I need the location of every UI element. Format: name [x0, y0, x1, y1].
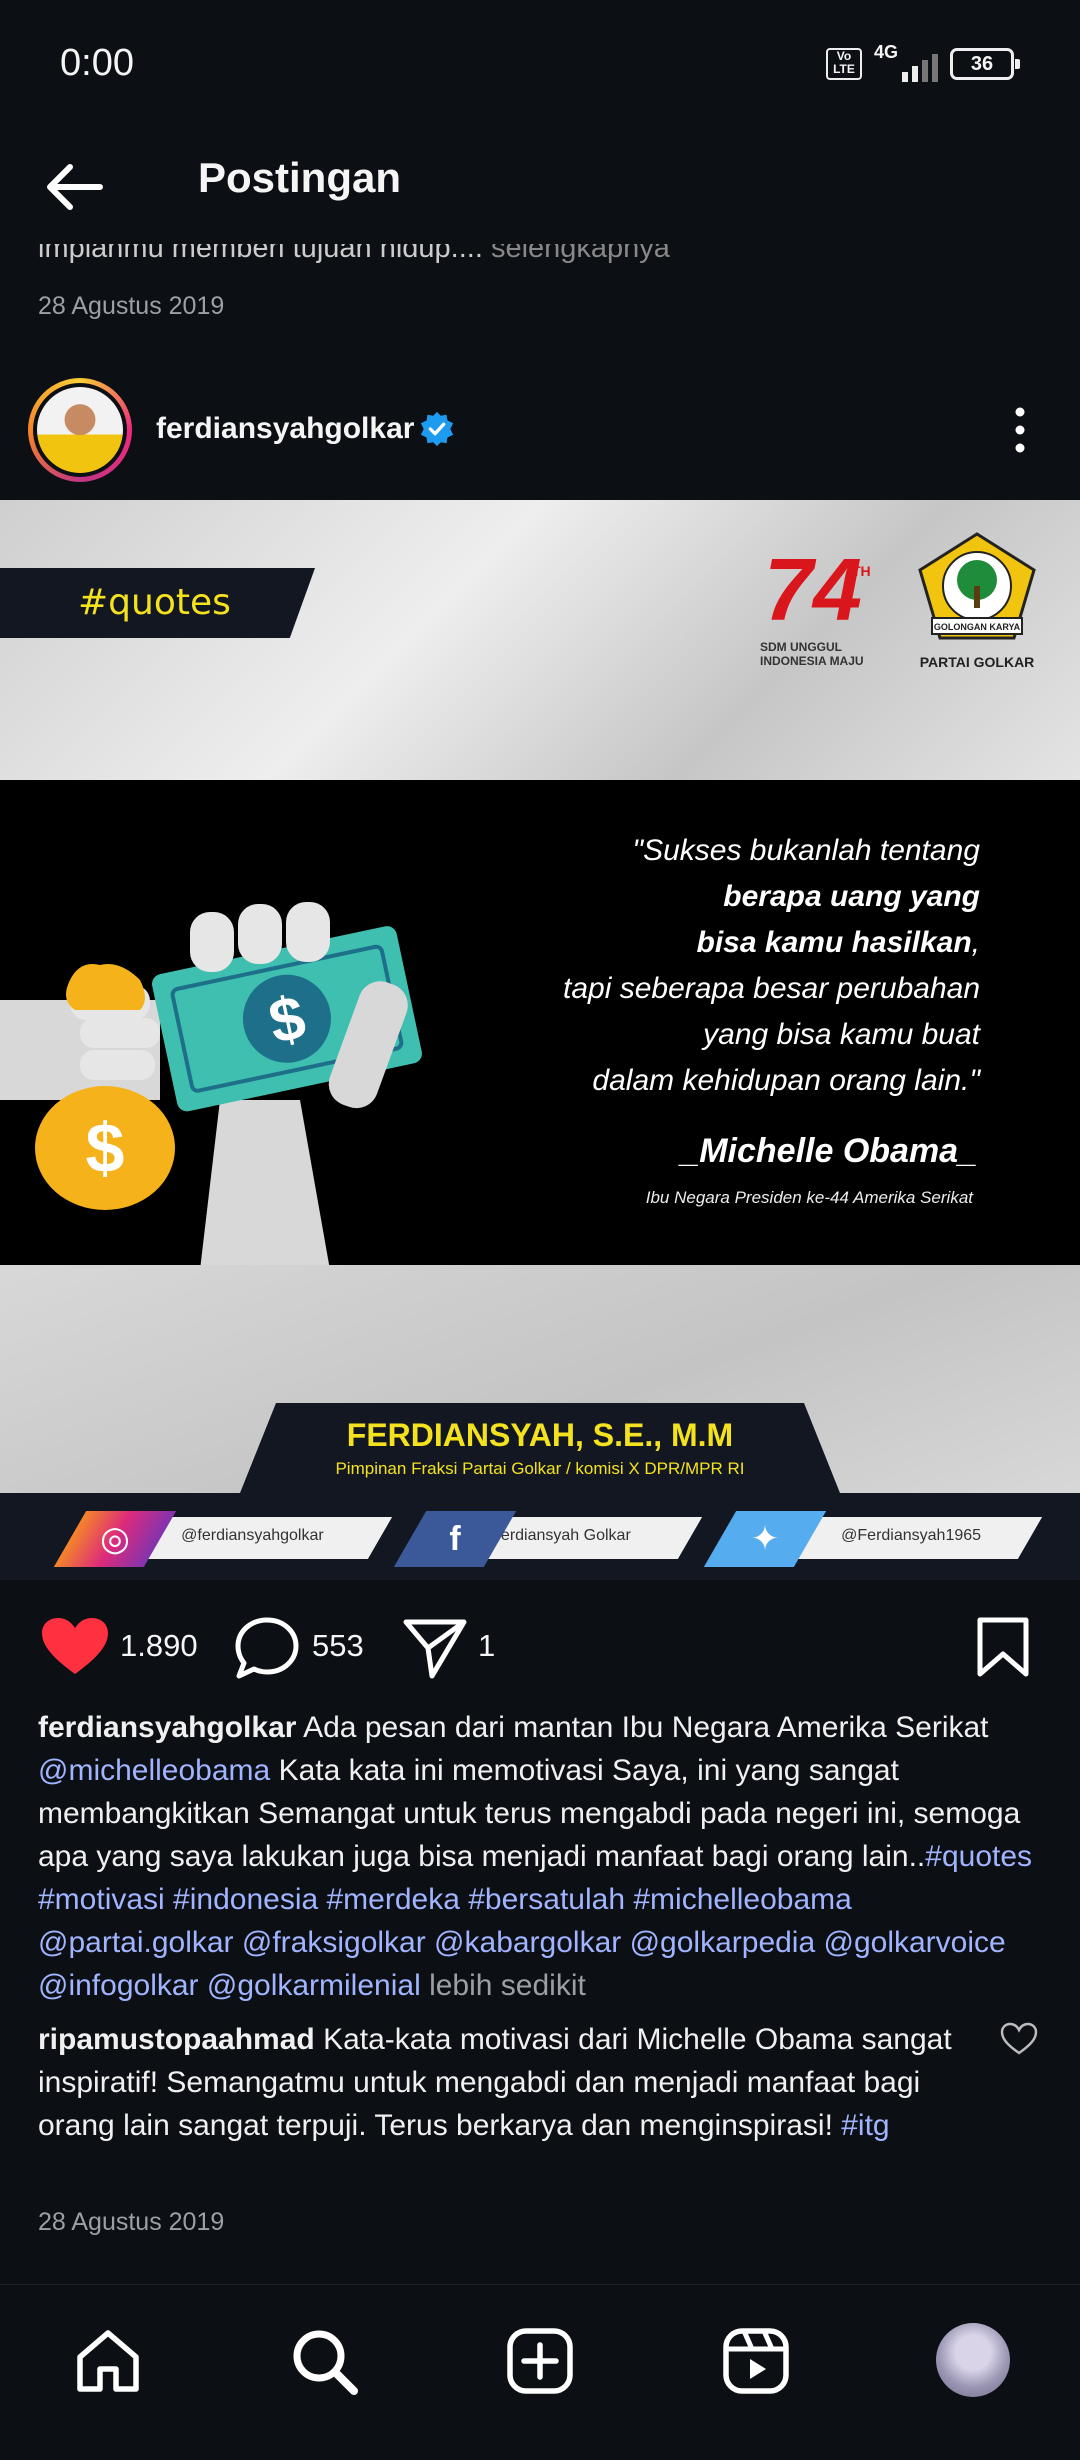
post-image[interactable]: #quotes 74 TH SDM UNGGUL INDONESIA MAJU … — [0, 500, 1080, 1580]
logo-74-number: 74 — [764, 540, 862, 636]
comment-hashtag[interactable]: #itg — [841, 2109, 889, 2142]
image-bottom-panel: FERDIANSYAH, S.E., M.M Pimpinan Fraksi P… — [0, 1265, 1080, 1580]
quote-line-1: "Sukses bukanlah tentang — [632, 834, 980, 867]
more-options-icon[interactable] — [1000, 400, 1040, 460]
post-caption: ferdiansyahgolkar Ada pesan dari mantan … — [38, 1706, 1038, 2007]
avatar-image — [37, 387, 123, 473]
quote-line-6: dalam kehidupan orang lain." — [592, 1064, 980, 1097]
quote-line-3-tail: , — [971, 926, 980, 959]
money-hands-illustration: $ $ — [0, 902, 422, 1270]
home-icon[interactable] — [72, 2325, 144, 2397]
post-header: ferdiansyahgolkar — [0, 370, 1080, 490]
image-top-panel: #quotes 74 TH SDM UNGGUL INDONESIA MAJU … — [0, 500, 1080, 780]
hashtag-text: #quotes — [78, 582, 231, 623]
comments-count[interactable]: 553 — [312, 1628, 364, 1664]
post-actions: 1.890 553 1 — [0, 1600, 1080, 1690]
banner-name: FERDIANSYAH, S.E., M.M — [346, 1417, 734, 1453]
arrow-left-icon[interactable] — [40, 152, 110, 222]
top-header: Postingan — [0, 130, 1080, 240]
hut-74-logo: 74 TH SDM UNGGUL INDONESIA MAJU — [760, 536, 880, 676]
banner-subtitle: Pimpinan Fraksi Partai Golkar / komisi X… — [335, 1459, 745, 1478]
volte-icon: Vo LTE — [826, 48, 862, 80]
likes-count[interactable]: 1.890 — [120, 1628, 198, 1664]
caption-mention[interactable]: @michelleobama — [38, 1754, 270, 1787]
quote-line-4: tapi seberapa besar perubahan — [563, 972, 980, 1005]
twitter-handle: @Ferdiansyah1965 — [841, 1527, 982, 1544]
caption-text-1: Ada pesan dari mantan Ibu Negara Amerika… — [296, 1711, 989, 1744]
top-comment: ripamustopaahmad Kata-kata motivasi dari… — [38, 2018, 998, 2147]
quote-author-subtitle: Ibu Negara Presiden ke-44 Amerika Serika… — [645, 1188, 973, 1207]
bottom-navigation — [0, 2284, 1080, 2460]
logo-74-suffix: TH — [852, 563, 871, 579]
golkar-emblem: GOLONGAN KARYA — [918, 532, 1036, 640]
social-strip: @ferdiansyahgolkar ◎ Ferdiansyah Golkar … — [0, 1493, 1080, 1580]
post-date: 28 Agustus 2019 — [38, 2208, 225, 2236]
post-username[interactable]: ferdiansyahgolkar — [156, 412, 414, 446]
facebook-handle: Ferdiansyah Golkar — [491, 1527, 631, 1544]
comment-username[interactable]: ripamustopaahmad — [38, 2023, 315, 2056]
logo-74-mark: 74 TH — [764, 540, 871, 639]
avatar[interactable] — [28, 378, 132, 482]
twitter-icon: ✦ — [703, 1511, 827, 1567]
verified-badge-icon — [420, 411, 454, 447]
svg-text:$: $ — [86, 1109, 125, 1187]
quote-text: "Sukses bukanlah tentang berapa uang yan… — [563, 828, 980, 1104]
quote-line-3: bisa kamu hasilkan — [696, 926, 972, 959]
share-icon[interactable] — [402, 1616, 468, 1680]
caption-username[interactable]: ferdiansyahgolkar — [38, 1711, 296, 1744]
search-icon[interactable] — [288, 2325, 360, 2397]
hashtag-banner: #quotes — [0, 568, 315, 638]
bookmark-icon[interactable] — [976, 1616, 1030, 1678]
quote-line-2: berapa uang yang — [723, 880, 980, 913]
battery-icon: 36 — [950, 48, 1020, 80]
page-title: Postingan — [198, 154, 402, 201]
golkar-logo: GOLONGAN KARYA PARTAI GOLKAR — [912, 530, 1042, 690]
signal-icon — [902, 54, 938, 82]
previous-post-date: 28 Agustus 2019 — [38, 292, 225, 320]
image-quote-panel: $ $ "Sukses bukanlah tentang berapa uang… — [0, 780, 1080, 1270]
facebook-icon: f — [393, 1511, 517, 1567]
profile-avatar[interactable] — [936, 2323, 1010, 2397]
quote-line-5: yang bisa kamu buat — [703, 1018, 980, 1051]
comment-like-icon[interactable] — [1000, 2022, 1038, 2056]
golkar-banner-text: GOLONGAN KARYA — [934, 622, 1021, 632]
name-banner: FERDIANSYAH, S.E., M.M Pimpinan Fraksi P… — [240, 1403, 840, 1493]
status-bar: 0:00 Vo LTE 4G 36 — [0, 0, 1080, 130]
quote-author: _Michelle Obama_ — [680, 1132, 977, 1170]
logo-74-caption: SDM UNGGUL INDONESIA MAJU — [760, 640, 864, 668]
create-icon[interactable] — [504, 2325, 576, 2397]
instagram-handle: @ferdiansyahgolkar — [181, 1527, 324, 1544]
instagram-icon: ◎ — [53, 1511, 177, 1567]
comment-icon[interactable] — [234, 1616, 300, 1680]
shares-count[interactable]: 1 — [478, 1628, 495, 1664]
status-time: 0:00 — [60, 42, 134, 84]
golkar-caption: PARTAI GOLKAR — [919, 654, 1035, 670]
like-heart-icon[interactable] — [40, 1616, 110, 1678]
reels-icon[interactable] — [720, 2325, 792, 2397]
show-less-link[interactable]: lebih sedikit — [429, 1969, 586, 2002]
